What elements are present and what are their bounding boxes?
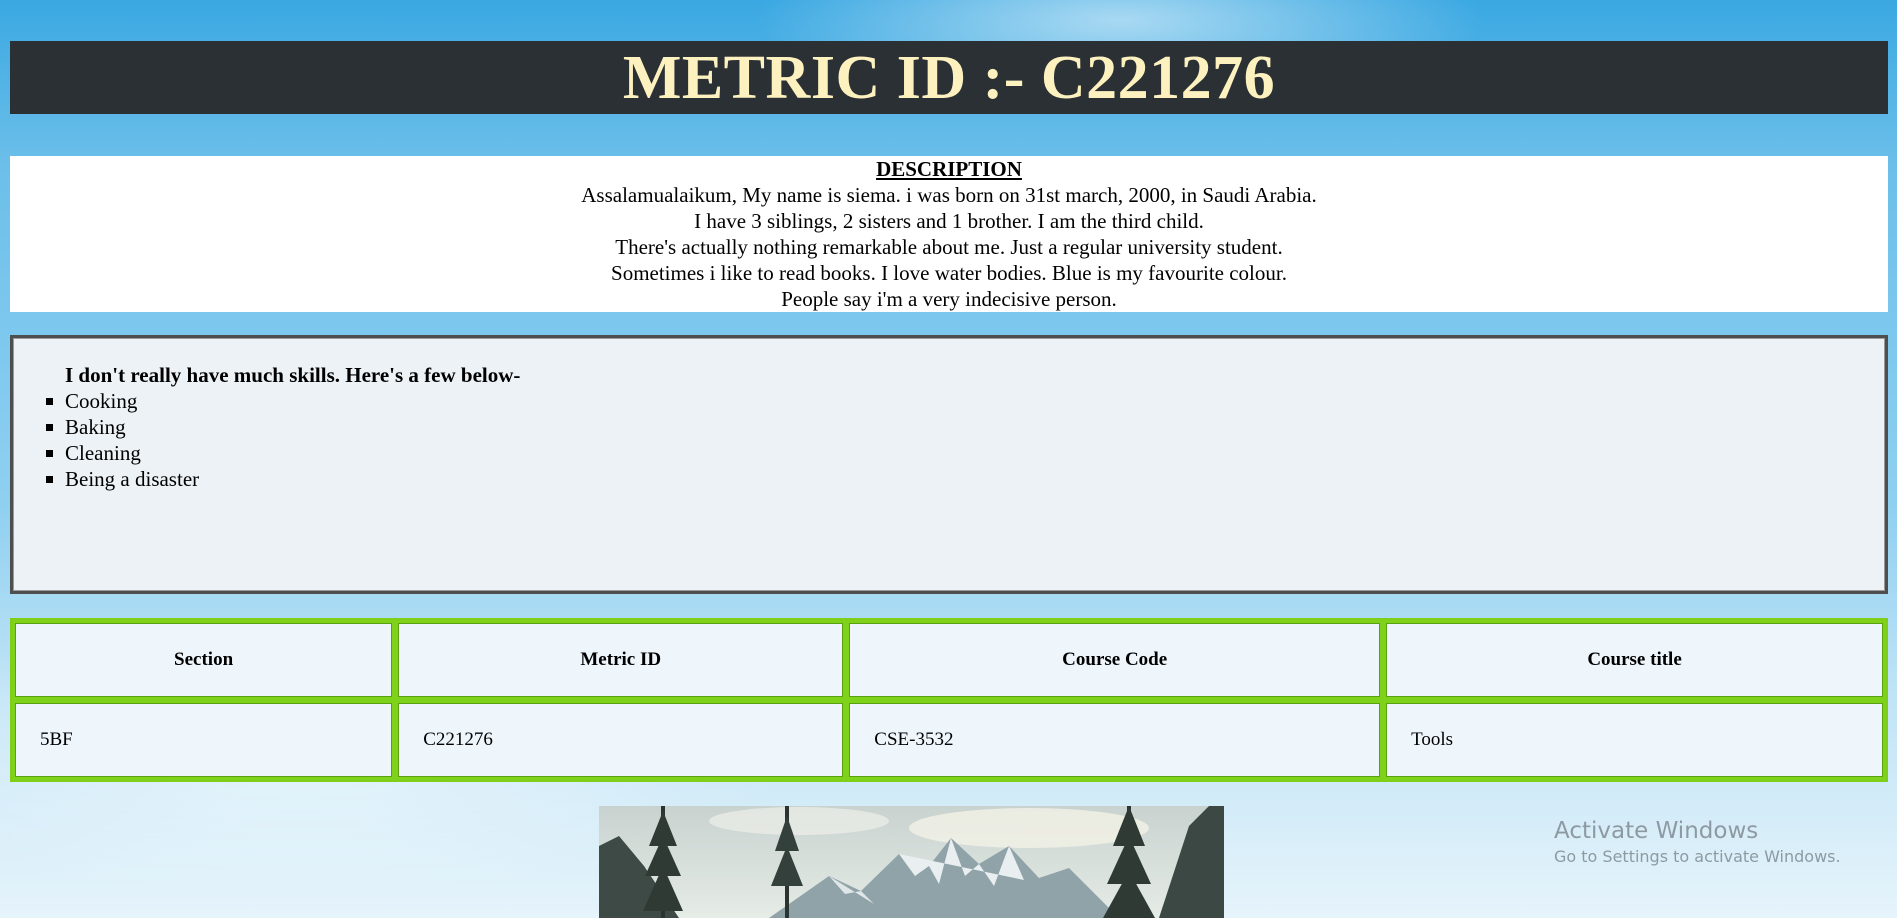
table-cell-section: 5BF (12, 700, 396, 780)
column-header-section: Section (12, 620, 396, 700)
description-heading: DESCRIPTION (876, 157, 1022, 181)
description-line: People say i'm a very indecisive person. (781, 287, 1117, 311)
skills-list: Cooking Baking Cleaning Being a disaster (45, 388, 200, 492)
skills-section: I don't really have much skills. Here's … (10, 335, 1888, 594)
description-line: Sometimes i like to read books. I love w… (611, 261, 1287, 285)
list-item: Being a disaster (45, 467, 200, 491)
column-header-metric-id: Metric ID (395, 620, 847, 700)
description-line: There's actually nothing remarkable abou… (615, 235, 1283, 259)
table-cell-course-title: Tools (1383, 700, 1886, 780)
description-line: Assalamualaikum, My name is siema. i was… (581, 183, 1317, 207)
column-header-course-title: Course title (1383, 620, 1886, 700)
list-item: Cooking (45, 388, 199, 414)
list-item: Cleaning (45, 440, 199, 466)
page-header: METRIC ID :- C221276 (10, 41, 1888, 114)
description-line: I have 3 siblings, 2 sisters and 1 broth… (694, 209, 1204, 233)
page-title: METRIC ID :- C221276 (622, 43, 1276, 112)
list-item: Baking (45, 414, 199, 440)
table-cell-metric-id: C221276 (395, 700, 847, 780)
watermark-subtitle: Go to Settings to activate Windows. (1554, 847, 1841, 866)
table-row: 5BF C221276 CSE-3532 Tools (12, 700, 1886, 780)
description-section: DESCRIPTION Assalamualaikum, My name is … (10, 156, 1888, 312)
activate-windows-watermark: Activate Windows Go to Settings to activ… (1554, 816, 1841, 868)
table-header-row: Section Metric ID Course Code Course tit… (12, 620, 1886, 700)
column-header-course-code: Course Code (846, 620, 1384, 700)
landscape-image (599, 806, 1224, 918)
skills-intro: I don't really have much skills. Here's … (65, 363, 521, 387)
table-cell-course-code: CSE-3532 (846, 700, 1384, 780)
watermark-title: Activate Windows (1554, 818, 1759, 844)
course-info-table: Section Metric ID Course Code Course tit… (10, 618, 1888, 782)
